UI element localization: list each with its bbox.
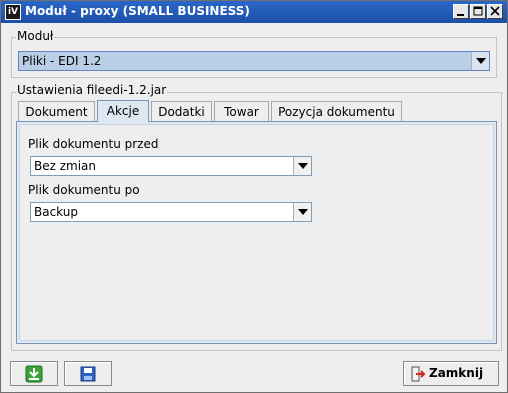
module-select-value: Pliki - EDI 1.2 <box>22 54 102 68</box>
chevron-down-icon <box>297 163 308 169</box>
download-icon <box>25 365 43 383</box>
tab-towar-label: Towar <box>224 105 259 119</box>
chevron-down-icon <box>475 58 486 64</box>
module-select[interactable]: Pliki - EDI 1.2 <box>18 51 490 71</box>
akcje-tab-panel <box>16 121 497 344</box>
tab-towar[interactable]: Towar <box>214 101 269 122</box>
app-logo-icon: iV <box>5 4 21 20</box>
maximize-icon <box>473 6 483 16</box>
title-bar[interactable]: iV Moduł - proxy (SMALL BUSINESS) <box>1 1 507 23</box>
save-button[interactable] <box>64 361 112 386</box>
tab-akcje-label: Akcje <box>106 104 140 118</box>
settings-group-legend: Ustawienia fileedi-1.2.jar <box>16 83 168 97</box>
tab-dokument-label: Dokument <box>25 105 88 119</box>
close-button[interactable]: Zamknij <box>403 361 499 386</box>
tab-dokument[interactable]: Dokument <box>18 101 95 122</box>
minimize-button[interactable] <box>453 4 469 19</box>
module-window: iV Moduł - proxy (SMALL BUSINESS) Moduł … <box>0 0 508 393</box>
maximize-button[interactable] <box>470 4 486 19</box>
tab-pozycja-dokumentu[interactable]: Pozycja dokumentu <box>271 101 402 122</box>
close-window-button[interactable] <box>487 4 503 19</box>
module-group-legend: Moduł <box>16 29 55 43</box>
close-button-label: Zamknij <box>429 366 484 380</box>
minimize-icon <box>457 14 464 16</box>
after-file-label: Plik dokumentu po <box>28 183 140 197</box>
tab-dodatki[interactable]: Dodatki <box>151 101 212 122</box>
floppy-save-icon <box>80 366 96 382</box>
before-file-select-value: Bez zmian <box>34 159 97 173</box>
window-title: Moduł - proxy (SMALL BUSINESS) <box>25 4 250 18</box>
before-file-select[interactable]: Bez zmian <box>30 156 312 176</box>
before-file-label: Plik dokumentu przed <box>28 137 159 151</box>
exit-door-icon <box>411 366 426 382</box>
before-file-dropdown-button[interactable] <box>293 157 311 175</box>
tab-akcje[interactable]: Akcje <box>97 100 149 122</box>
chevron-down-icon <box>297 209 308 215</box>
tab-pozycja-dokumentu-label: Pozycja dokumentu <box>278 105 395 119</box>
after-file-dropdown-button[interactable] <box>293 203 311 221</box>
tab-dodatki-label: Dodatki <box>158 105 205 119</box>
after-file-select[interactable]: Backup <box>30 202 312 222</box>
after-file-select-value: Backup <box>34 205 78 219</box>
import-button[interactable] <box>10 361 58 386</box>
close-icon <box>490 6 500 16</box>
module-select-dropdown-button[interactable] <box>471 52 489 70</box>
